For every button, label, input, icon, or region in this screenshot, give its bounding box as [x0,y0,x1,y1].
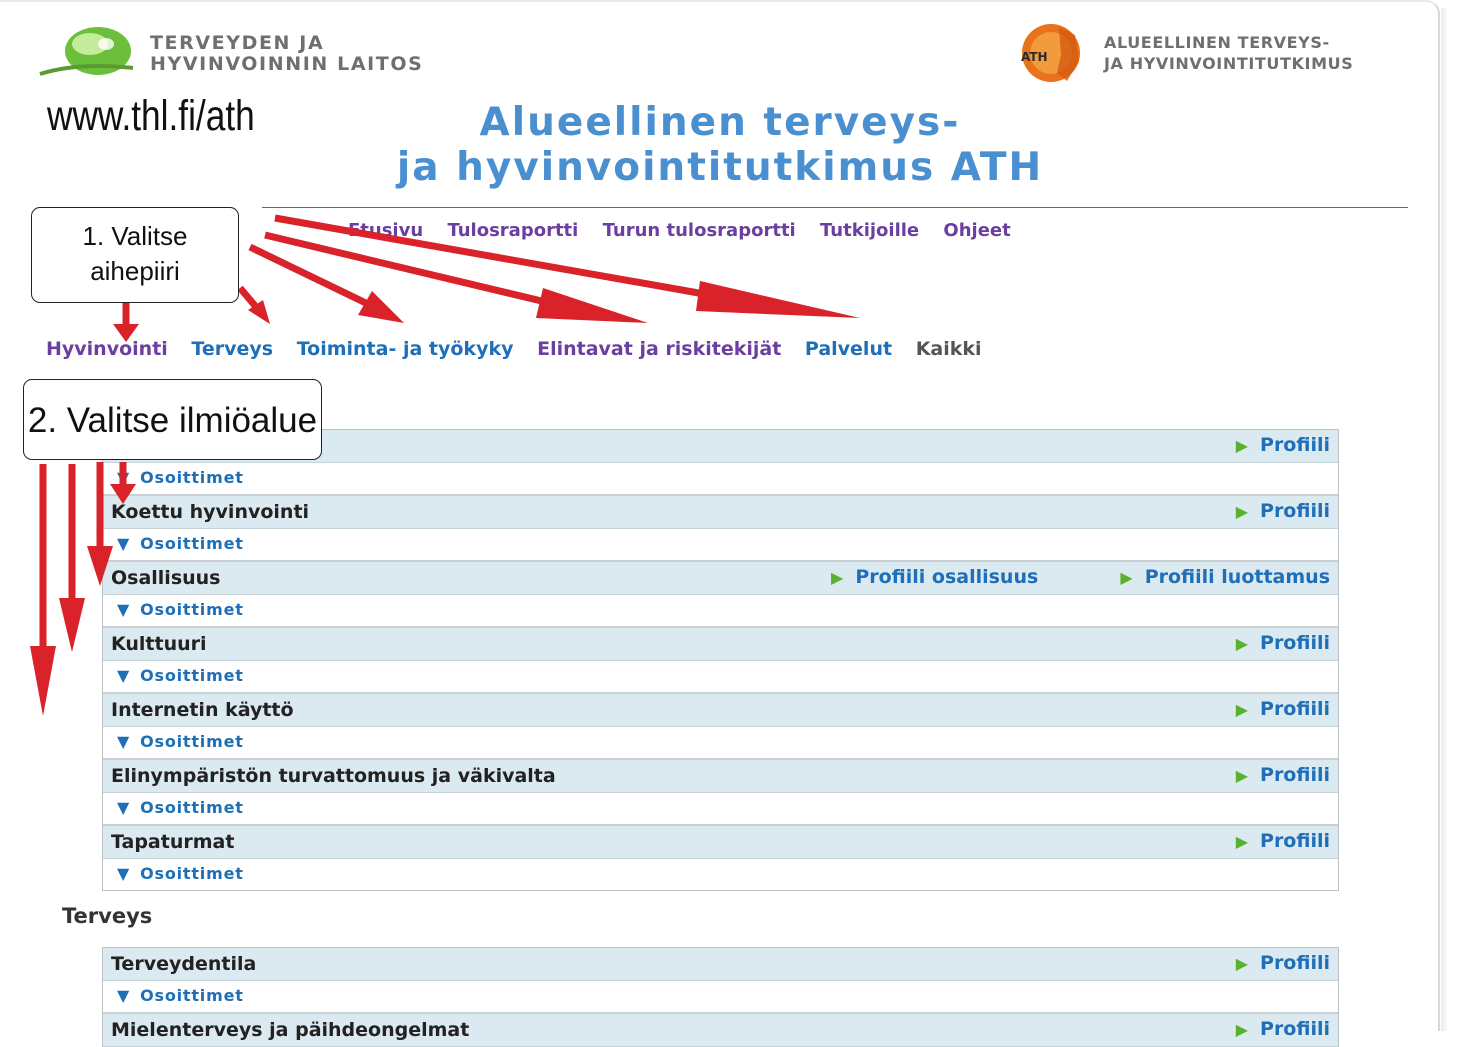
arrowhead-row-medium [59,598,85,652]
arrowhead-row-short [87,546,113,586]
callout-step1-line2: aihepiiri [90,256,180,286]
arrowhead-toimintakyky [358,291,404,323]
arrowhead-palvelut [696,281,860,318]
callout-step2: 2. Valitse ilmiöalue [23,379,322,460]
arrowhead-row-long [30,646,56,716]
callout-step1: 1. Valitse aihepiiri [31,207,239,303]
arrow-to-terveys [237,285,260,311]
arrowhead-hyvinvointi [113,324,139,342]
arrowhead-elintavat [536,288,648,323]
annotation-arrows [30,214,860,716]
arrowhead-row-first [110,484,136,504]
callout-step1-line1: 1. Valitse [82,221,188,251]
arrow-to-elintavat [264,231,551,307]
